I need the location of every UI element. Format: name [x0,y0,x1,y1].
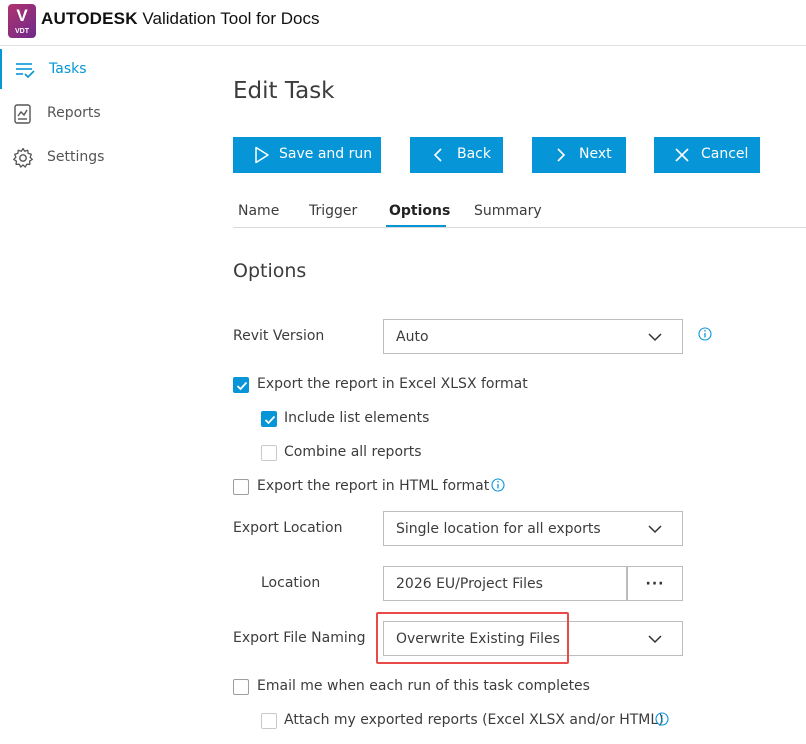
export-file-naming-label: Export File Naming [233,630,366,646]
sidebar-item-settings[interactable]: Settings [0,137,150,177]
location-label: Location [261,575,321,591]
export-xlsx-label: Export the report in Excel XLSX format [257,376,528,392]
chevron-left-icon [433,148,442,162]
next-label: Next [579,146,612,162]
cancel-button[interactable]: Cancel [654,137,760,173]
checkmark-icon [236,381,248,391]
info-icon[interactable] [698,327,712,341]
page-title: Edit Task [233,78,335,104]
top-bar: V VDT AUTODESK Validation Tool for Docs [0,0,806,46]
sidebar-item-tasks[interactable]: Tasks [0,49,150,89]
email-me-checkbox[interactable] [233,679,249,695]
sidebar-item-label: Settings [47,149,105,165]
chevron-down-icon [648,333,662,342]
revit-version-label: Revit Version [233,328,325,344]
attach-reports-checkbox[interactable] [261,713,277,729]
export-html-label: Export the report in HTML format [257,478,490,494]
browse-location-button[interactable]: ··· [627,566,683,601]
play-icon [255,146,269,164]
cancel-label: Cancel [701,146,749,162]
chevron-right-icon [557,148,566,162]
info-icon[interactable] [655,712,669,726]
logo-subtext: VDT [15,28,29,35]
tasks-list-icon [16,63,35,79]
next-button[interactable]: Next [532,137,626,173]
export-location-value: Single location for all exports [396,521,601,537]
back-label: Back [457,146,491,162]
export-location-label: Export Location [233,520,343,536]
chevron-down-icon [648,525,662,534]
revit-version-select[interactable]: Auto [383,319,683,354]
tab-summary[interactable]: Summary [474,203,542,219]
location-value: 2026 EU/Project Files [396,576,543,592]
combine-reports-checkbox[interactable] [261,445,277,461]
export-html-checkbox[interactable] [233,479,249,495]
active-tab-indicator [386,225,446,227]
report-chart-icon [14,104,31,124]
sidebar-item-label: Tasks [49,61,87,77]
product-name: Validation Tool for Docs [142,9,320,28]
include-list-elements-checkbox[interactable] [261,411,277,427]
include-list-elements-label: Include list elements [284,410,430,426]
sidebar-item-reports[interactable]: Reports [0,93,150,133]
attach-reports-label: Attach my exported reports (Excel XLSX a… [284,712,664,728]
tab-trigger[interactable]: Trigger [309,203,357,219]
combine-reports-label: Combine all reports [284,444,422,460]
task-tabs: Name Trigger Options Summary [233,199,806,228]
more-icon: ··· [645,576,665,592]
chevron-down-icon [648,635,662,644]
export-xlsx-checkbox[interactable] [233,377,249,393]
location-field[interactable]: 2026 EU/Project Files [383,566,627,601]
highlight-box [376,612,569,664]
close-icon [675,148,689,162]
export-location-select[interactable]: Single location for all exports [383,511,683,546]
app-logo: V VDT [8,4,36,38]
info-icon[interactable] [491,478,505,492]
save-and-run-button[interactable]: Save and run [233,137,381,173]
save-and-run-label: Save and run [279,146,373,162]
sidebar-item-label: Reports [47,105,101,121]
tab-name[interactable]: Name [238,203,279,219]
email-me-label: Email me when each run of this task comp… [257,678,590,694]
app-title: AUTODESK Validation Tool for Docs [41,9,319,29]
revit-version-value: Auto [396,329,429,345]
brand-name: AUTODESK [41,9,138,28]
tab-options[interactable]: Options [389,203,450,219]
options-section-title: Options [233,260,307,282]
logo-letter: V [16,6,28,25]
gear-icon [13,147,33,168]
checkmark-icon [264,415,276,425]
back-button[interactable]: Back [410,137,503,173]
